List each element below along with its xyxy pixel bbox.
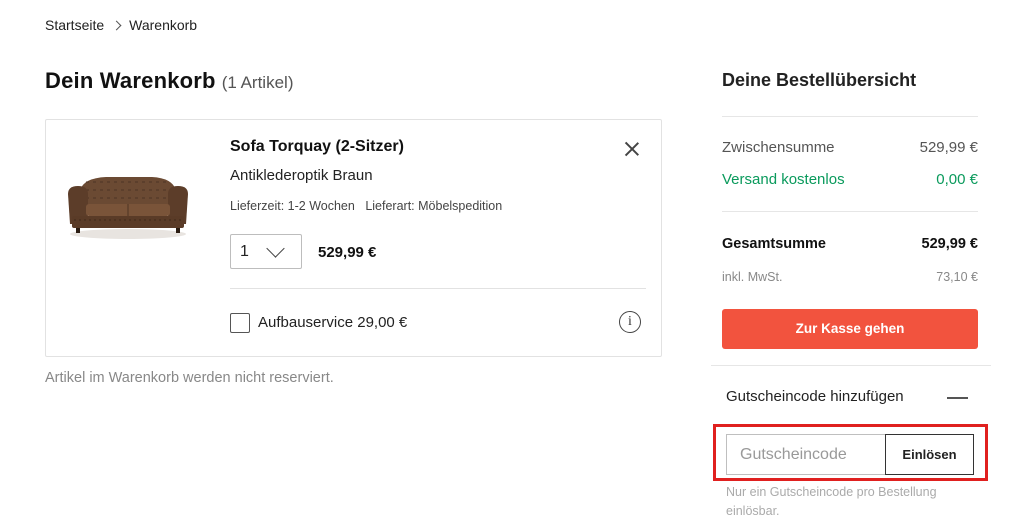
quantity-select[interactable]: 1	[230, 234, 302, 269]
total-row: Gesamtsumme 529,99 €	[722, 236, 978, 252]
subtotal-label: Zwischensumme	[722, 139, 835, 156]
coupon-note: Nur ein Gutscheincode pro Bestellung ein…	[726, 485, 937, 518]
shipping-label: Versand kostenlos	[722, 171, 845, 188]
total-label: Gesamtsumme	[722, 236, 826, 252]
subtotal-value: 529,99 €	[919, 139, 978, 156]
divider	[230, 288, 646, 289]
summary-title: Deine Bestellübersicht	[722, 70, 917, 90]
breadcrumb-home[interactable]: Startseite	[45, 17, 104, 33]
product-title[interactable]: Sofa Torquay (2-Sitzer)	[230, 138, 404, 156]
product-price: 529,99 €	[318, 244, 377, 261]
coupon-toggle[interactable]: Gutscheincode hinzufügen	[726, 388, 904, 405]
divider	[711, 365, 991, 366]
subtotal-row: Zwischensumme 529,99 €	[722, 139, 978, 156]
tax-label: inkl. MwSt.	[722, 270, 783, 284]
product-meta: Lieferzeit: 1-2 Wochen Lieferart: Möbels…	[230, 199, 502, 213]
breadcrumb: Startseite Warenkorb	[45, 17, 197, 33]
shipping-value: 0,00 €	[936, 171, 978, 188]
shipping-row: Versand kostenlos 0,00 €	[722, 171, 978, 188]
tax-row: inkl. MwSt. 73,10 €	[722, 270, 978, 284]
checkout-button[interactable]: Zur Kasse gehen	[722, 309, 978, 349]
cart-heading: Dein Warenkorb	[45, 68, 216, 93]
page-title: Dein Warenkorb (1 Artikel)	[45, 68, 293, 94]
breadcrumb-cart[interactable]: Warenkorb	[129, 17, 197, 33]
minus-icon[interactable]	[947, 397, 968, 399]
delivery-time: Lieferzeit: 1-2 Wochen	[230, 199, 355, 213]
divider	[722, 116, 978, 117]
product-variant: Antiklederoptik Braun	[230, 167, 373, 184]
reservation-note: Artikel im Warenkorb werden nicht reserv…	[45, 370, 334, 386]
tax-value: 73,10 €	[936, 270, 978, 284]
quantity-value: 1	[240, 243, 249, 260]
total-value: 529,99 €	[921, 236, 978, 252]
info-icon[interactable]: i	[619, 311, 641, 333]
divider	[722, 211, 978, 212]
redeem-button[interactable]: Einlösen	[885, 434, 974, 475]
cart-item-card: Sofa Torquay (2-Sitzer) Antiklederoptik …	[45, 119, 662, 357]
cart-item-count: (1 Artikel)	[221, 73, 294, 92]
assembly-service-checkbox[interactable]	[230, 313, 250, 333]
delivery-type: Lieferart: Möbelspedition	[365, 199, 503, 213]
coupon-input[interactable]	[726, 434, 886, 475]
sofa-image[interactable]	[66, 168, 190, 248]
close-icon[interactable]	[623, 140, 641, 158]
chevron-down-icon	[266, 239, 285, 258]
chevron-right-icon	[111, 20, 122, 30]
assembly-service-label[interactable]: Aufbauservice 29,00 €	[258, 314, 407, 331]
